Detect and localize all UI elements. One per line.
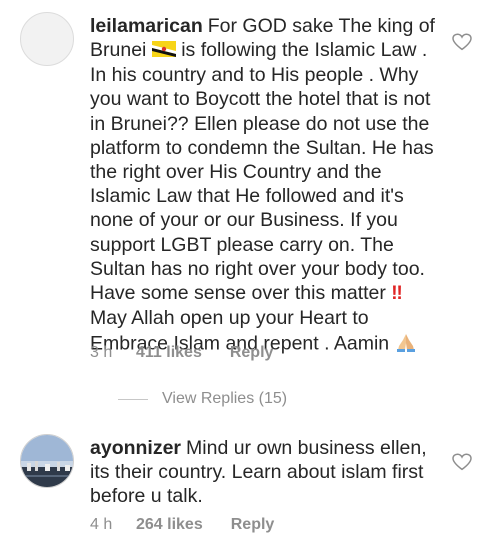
reply-button[interactable]: Reply	[230, 344, 274, 362]
comment-meta: 4 h 264 likes Reply	[90, 516, 274, 534]
praying-hands-emoji	[395, 330, 417, 358]
comment-likes[interactable]: 411 likes	[136, 344, 202, 362]
comment-body: leilamarican For GOD sake The king of Bru…	[90, 14, 440, 358]
brunei-flag-emoji	[151, 39, 176, 63]
comment-text: is following the Islamic Law . In his co…	[90, 39, 434, 304]
comment-username[interactable]: leilamarican	[90, 15, 203, 37]
heart-outline-icon[interactable]	[452, 453, 472, 471]
divider	[118, 398, 148, 400]
heart-outline-icon[interactable]	[452, 33, 472, 51]
comment-meta: 3 h 411 likes Reply	[90, 344, 273, 362]
avatar[interactable]	[20, 434, 74, 488]
avatar[interactable]	[20, 12, 74, 66]
view-replies-label[interactable]: View Replies (15)	[162, 390, 287, 408]
double-exclamation-emoji: ‼	[391, 282, 403, 304]
view-replies-toggle[interactable]: View Replies (15)	[118, 390, 287, 408]
comment-timestamp: 4 h	[90, 516, 113, 533]
comment-body: ayonnizer Mind ur own business ellen, its…	[90, 436, 440, 509]
comment-username[interactable]: ayonnizer	[90, 437, 181, 459]
reply-button[interactable]: Reply	[231, 516, 275, 534]
comment-timestamp: 3 h	[90, 344, 113, 361]
comment-likes[interactable]: 264 likes	[136, 516, 203, 534]
